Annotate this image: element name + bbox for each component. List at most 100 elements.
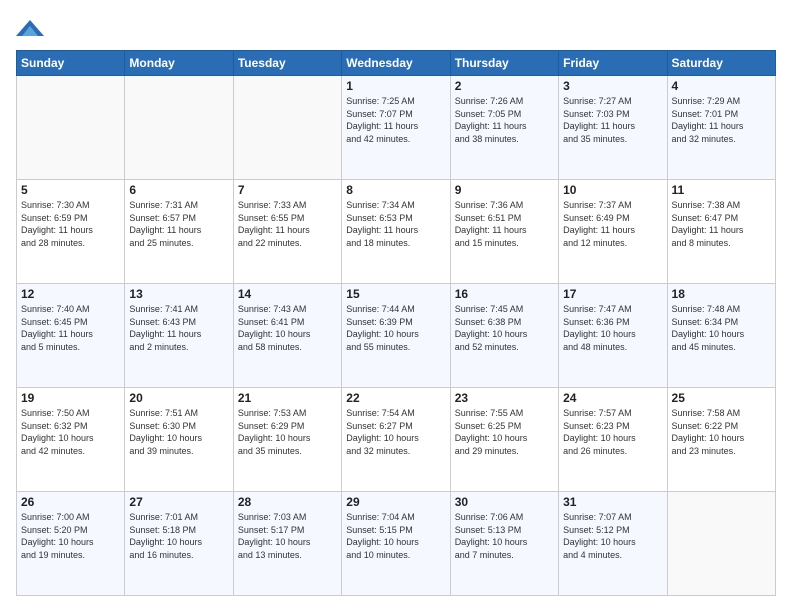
day-number: 10 (563, 183, 662, 197)
calendar-cell: 4 Sunrise: 7:29 AM Sunset: 7:01 PM Daylig… (667, 76, 775, 180)
calendar-cell: 16 Sunrise: 7:45 AM Sunset: 6:38 PM Dayli… (450, 284, 558, 388)
day-number: 15 (346, 287, 445, 301)
day-number: 6 (129, 183, 228, 197)
calendar-cell: 30 Sunrise: 7:06 AM Sunset: 5:13 PM Dayli… (450, 492, 558, 596)
day-number: 28 (238, 495, 337, 509)
calendar-cell: 28 Sunrise: 7:03 AM Sunset: 5:17 PM Dayli… (233, 492, 341, 596)
calendar-header: SundayMondayTuesdayWednesdayThursdayFrid… (17, 51, 776, 76)
day-info: Sunrise: 7:34 AM Sunset: 6:53 PM Dayligh… (346, 199, 445, 249)
day-number: 16 (455, 287, 554, 301)
calendar-cell: 1 Sunrise: 7:25 AM Sunset: 7:07 PM Daylig… (342, 76, 450, 180)
weekday-header-wednesday: Wednesday (342, 51, 450, 76)
calendar-cell: 18 Sunrise: 7:48 AM Sunset: 6:34 PM Dayli… (667, 284, 775, 388)
calendar-cell: 26 Sunrise: 7:00 AM Sunset: 5:20 PM Dayli… (17, 492, 125, 596)
calendar-cell: 8Sunrise: 7:34 AM Sunset: 6:53 PM Daylig… (342, 180, 450, 284)
weekday-header-monday: Monday (125, 51, 233, 76)
day-number: 11 (672, 183, 771, 197)
calendar-cell: 11 Sunrise: 7:38 AM Sunset: 6:47 PM Dayli… (667, 180, 775, 284)
calendar-cell: 22 Sunrise: 7:54 AM Sunset: 6:27 PM Dayli… (342, 388, 450, 492)
day-number: 12 (21, 287, 120, 301)
day-number: 26 (21, 495, 120, 509)
calendar-body: 1 Sunrise: 7:25 AM Sunset: 7:07 PM Daylig… (17, 76, 776, 596)
day-info: Sunrise: 7:01 AM Sunset: 5:18 PM Dayligh… (129, 511, 228, 561)
calendar-week-4: 19 Sunrise: 7:50 AM Sunset: 6:32 PM Dayli… (17, 388, 776, 492)
calendar-cell: 31 Sunrise: 7:07 AM Sunset: 5:12 PM Dayli… (559, 492, 667, 596)
calendar-cell: 23Sunrise: 7:55 AM Sunset: 6:25 PM Dayli… (450, 388, 558, 492)
day-info: Sunrise: 7:37 AM Sunset: 6:49 PM Dayligh… (563, 199, 662, 249)
day-info: Sunrise: 7:50 AM Sunset: 6:32 PM Dayligh… (21, 407, 120, 457)
page: SundayMondayTuesdayWednesdayThursdayFrid… (0, 0, 792, 612)
day-number: 20 (129, 391, 228, 405)
day-info: Sunrise: 7:06 AM Sunset: 5:13 PM Dayligh… (455, 511, 554, 561)
calendar-cell: 14 Sunrise: 7:43 AM Sunset: 6:41 PM Dayli… (233, 284, 341, 388)
day-info: Sunrise: 7:53 AM Sunset: 6:29 PM Dayligh… (238, 407, 337, 457)
calendar-table: SundayMondayTuesdayWednesdayThursdayFrid… (16, 50, 776, 596)
day-info: Sunrise: 7:27 AM Sunset: 7:03 PM Dayligh… (563, 95, 662, 145)
day-number: 7 (238, 183, 337, 197)
day-number: 29 (346, 495, 445, 509)
day-number: 17 (563, 287, 662, 301)
day-number: 2 (455, 79, 554, 93)
day-info: Sunrise: 7:41 AM Sunset: 6:43 PM Dayligh… (129, 303, 228, 353)
day-number: 1 (346, 79, 445, 93)
calendar-cell: 20Sunrise: 7:51 AM Sunset: 6:30 PM Dayli… (125, 388, 233, 492)
day-info: Sunrise: 7:03 AM Sunset: 5:17 PM Dayligh… (238, 511, 337, 561)
day-info: Sunrise: 7:47 AM Sunset: 6:36 PM Dayligh… (563, 303, 662, 353)
day-number: 18 (672, 287, 771, 301)
calendar-cell: 15 Sunrise: 7:44 AM Sunset: 6:39 PM Dayli… (342, 284, 450, 388)
day-number: 14 (238, 287, 337, 301)
day-number: 27 (129, 495, 228, 509)
calendar-week-2: 5 Sunrise: 7:30 AM Sunset: 6:59 PM Daylig… (17, 180, 776, 284)
day-info: Sunrise: 7:30 AM Sunset: 6:59 PM Dayligh… (21, 199, 120, 249)
day-number: 30 (455, 495, 554, 509)
weekday-header-sunday: Sunday (17, 51, 125, 76)
day-info: Sunrise: 7:31 AM Sunset: 6:57 PM Dayligh… (129, 199, 228, 249)
header (16, 16, 776, 40)
day-info: Sunrise: 7:40 AM Sunset: 6:45 PM Dayligh… (21, 303, 120, 353)
day-number: 25 (672, 391, 771, 405)
day-number: 31 (563, 495, 662, 509)
day-info: Sunrise: 7:45 AM Sunset: 6:38 PM Dayligh… (455, 303, 554, 353)
day-info: Sunrise: 7:48 AM Sunset: 6:34 PM Dayligh… (672, 303, 771, 353)
calendar-week-3: 12 Sunrise: 7:40 AM Sunset: 6:45 PM Dayli… (17, 284, 776, 388)
calendar-cell: 5 Sunrise: 7:30 AM Sunset: 6:59 PM Daylig… (17, 180, 125, 284)
calendar-cell: 2 Sunrise: 7:26 AM Sunset: 7:05 PM Daylig… (450, 76, 558, 180)
day-info: Sunrise: 7:44 AM Sunset: 6:39 PM Dayligh… (346, 303, 445, 353)
calendar-cell: 24Sunrise: 7:57 AM Sunset: 6:23 PM Dayli… (559, 388, 667, 492)
day-info: Sunrise: 7:29 AM Sunset: 7:01 PM Dayligh… (672, 95, 771, 145)
calendar-cell: 21Sunrise: 7:53 AM Sunset: 6:29 PM Dayli… (233, 388, 341, 492)
day-number: 9 (455, 183, 554, 197)
day-info: Sunrise: 7:55 AM Sunset: 6:25 PM Dayligh… (455, 407, 554, 457)
day-info: Sunrise: 7:25 AM Sunset: 7:07 PM Dayligh… (346, 95, 445, 145)
calendar-cell: 9Sunrise: 7:36 AM Sunset: 6:51 PM Daylig… (450, 180, 558, 284)
day-info: Sunrise: 7:43 AM Sunset: 6:41 PM Dayligh… (238, 303, 337, 353)
weekday-header-friday: Friday (559, 51, 667, 76)
weekday-header-tuesday: Tuesday (233, 51, 341, 76)
calendar-cell: 17 Sunrise: 7:47 AM Sunset: 6:36 PM Dayli… (559, 284, 667, 388)
day-info: Sunrise: 7:00 AM Sunset: 5:20 PM Dayligh… (21, 511, 120, 561)
day-info: Sunrise: 7:38 AM Sunset: 6:47 PM Dayligh… (672, 199, 771, 249)
calendar-cell: 27 Sunrise: 7:01 AM Sunset: 5:18 PM Dayli… (125, 492, 233, 596)
calendar-cell: 19 Sunrise: 7:50 AM Sunset: 6:32 PM Dayli… (17, 388, 125, 492)
day-number: 3 (563, 79, 662, 93)
calendar-cell: 13 Sunrise: 7:41 AM Sunset: 6:43 PM Dayli… (125, 284, 233, 388)
calendar-cell: 29 Sunrise: 7:04 AM Sunset: 5:15 PM Dayli… (342, 492, 450, 596)
weekday-header-thursday: Thursday (450, 51, 558, 76)
day-number: 5 (21, 183, 120, 197)
day-info: Sunrise: 7:54 AM Sunset: 6:27 PM Dayligh… (346, 407, 445, 457)
logo-icon (16, 16, 44, 40)
calendar-cell: 6 Sunrise: 7:31 AM Sunset: 6:57 PM Daylig… (125, 180, 233, 284)
day-info: Sunrise: 7:57 AM Sunset: 6:23 PM Dayligh… (563, 407, 662, 457)
day-number: 22 (346, 391, 445, 405)
day-number: 19 (21, 391, 120, 405)
calendar-cell (125, 76, 233, 180)
day-info: Sunrise: 7:58 AM Sunset: 6:22 PM Dayligh… (672, 407, 771, 457)
day-number: 13 (129, 287, 228, 301)
calendar-cell: 3 Sunrise: 7:27 AM Sunset: 7:03 PM Daylig… (559, 76, 667, 180)
calendar-cell: 12 Sunrise: 7:40 AM Sunset: 6:45 PM Dayli… (17, 284, 125, 388)
day-info: Sunrise: 7:07 AM Sunset: 5:12 PM Dayligh… (563, 511, 662, 561)
calendar-cell (233, 76, 341, 180)
day-info: Sunrise: 7:04 AM Sunset: 5:15 PM Dayligh… (346, 511, 445, 561)
day-info: Sunrise: 7:26 AM Sunset: 7:05 PM Dayligh… (455, 95, 554, 145)
day-number: 4 (672, 79, 771, 93)
